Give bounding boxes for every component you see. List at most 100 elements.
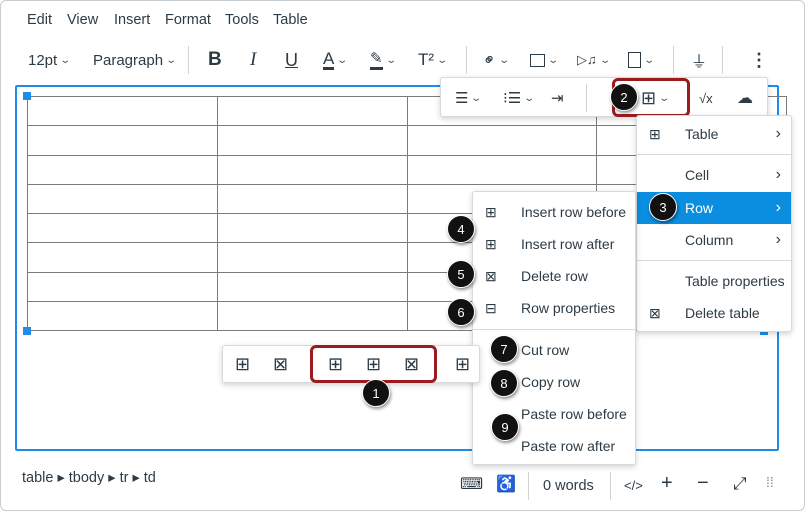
- font-size-select[interactable]: 12pt ⌄: [28, 48, 71, 72]
- menu-item-insert-row-before[interactable]: ⊞ Insert row before: [473, 196, 635, 228]
- divider: [722, 46, 723, 74]
- resize-grip[interactable]: ⁞⁞: [766, 474, 774, 490]
- cloud-icon: ☁: [737, 90, 753, 107]
- menu-item-insert-row-after[interactable]: ⊞ Insert row after: [473, 228, 635, 260]
- menu-item-delete-table[interactable]: ⊠ Delete table: [637, 297, 791, 329]
- divider: [466, 46, 467, 74]
- delete-table-icon: ⊠: [273, 354, 289, 374]
- zoom-in-button[interactable]: +: [661, 472, 673, 495]
- more-vertical-icon: ⋮: [750, 49, 768, 70]
- indent-icon: ⇥: [551, 90, 564, 107]
- table-icon: ⊞: [235, 354, 251, 374]
- indent-button[interactable]: ⇥: [551, 86, 564, 110]
- divider: [637, 260, 791, 261]
- bullet-list-icon: ⁝☰: [503, 90, 522, 107]
- highlighter-icon: ✎: [370, 50, 383, 70]
- grip-icon: ⁞⁞: [766, 474, 774, 490]
- document-icon: [628, 52, 641, 68]
- chevron-down-icon: ⌄: [470, 92, 483, 104]
- image-button[interactable]: ⌄: [530, 48, 559, 72]
- align-button[interactable]: ☰ ⌄: [455, 86, 483, 110]
- chevron-right-icon: ›: [775, 199, 781, 216]
- insert-column-button[interactable]: ⊞: [455, 354, 470, 375]
- divider: [673, 46, 674, 74]
- insert-row-before-icon: ⊞: [485, 204, 497, 220]
- menu-item-cell[interactable]: Cell ›: [637, 159, 791, 191]
- plus-icon: +: [661, 472, 673, 494]
- chevron-down-icon: ⌄: [523, 92, 536, 104]
- embed-button[interactable]: ☁: [737, 86, 753, 110]
- block-format-value: Paragraph: [93, 51, 164, 69]
- document-button[interactable]: ⌄: [628, 48, 656, 72]
- chevron-down-icon: ⌄: [599, 54, 611, 66]
- link-button[interactable]: ⚭ ⌄: [479, 48, 510, 72]
- menu-tools[interactable]: Tools: [225, 12, 259, 28]
- callout-badge: 4: [447, 215, 475, 243]
- chevron-down-icon: ⌄: [165, 54, 178, 66]
- block-format-select[interactable]: Paragraph ⌄: [93, 48, 178, 72]
- menu-edit[interactable]: Edit: [27, 12, 52, 28]
- superscript-icon: T²: [418, 50, 435, 69]
- divider: [528, 472, 529, 500]
- menu-view[interactable]: View: [67, 12, 98, 28]
- word-count[interactable]: 0 words: [543, 478, 594, 494]
- fullscreen-button[interactable]: ⤢: [733, 474, 747, 494]
- zoom-out-button[interactable]: −: [697, 472, 709, 495]
- callout-badge: 3: [649, 193, 677, 221]
- menu-item-table-properties[interactable]: Table properties: [637, 265, 791, 297]
- resize-handle[interactable]: [23, 92, 31, 100]
- menu-item-column[interactable]: Column ›: [637, 224, 791, 256]
- html-editor-toggle[interactable]: </>: [624, 478, 643, 493]
- underline-button[interactable]: U: [285, 48, 298, 72]
- media-icon: ▷♫: [577, 52, 597, 67]
- italic-button[interactable]: I: [250, 48, 256, 72]
- menu-table[interactable]: Table: [273, 12, 308, 28]
- callout-badge: 5: [447, 260, 475, 288]
- text-color-button[interactable]: A ⌄: [323, 48, 349, 72]
- apps-button[interactable]: ⏚: [691, 48, 707, 72]
- more-button[interactable]: ⋮: [750, 48, 768, 72]
- bold-button[interactable]: B: [208, 48, 222, 72]
- table-menu: ⊞ Table › Cell › Row › Column › Table propert…: [636, 115, 792, 332]
- menu-item-row-properties[interactable]: ⊟ Row properties: [473, 292, 635, 324]
- table-properties-button[interactable]: ⊞: [235, 354, 250, 375]
- resize-handle[interactable]: [23, 327, 31, 335]
- delete-table-button[interactable]: ⊠: [273, 354, 288, 375]
- menu-item-label: Delete table: [685, 305, 760, 321]
- menu-item-label: Column: [685, 232, 734, 248]
- callout-badge: 8: [490, 369, 518, 397]
- accessibility-icon: ♿: [496, 476, 516, 493]
- equation-button[interactable]: √x: [699, 86, 713, 110]
- menu-insert[interactable]: Insert: [114, 12, 150, 28]
- row-properties-icon: ⊟: [485, 300, 497, 316]
- menu-item-label: Delete row: [521, 268, 588, 284]
- callout-badge: 1: [362, 379, 390, 407]
- divider: [586, 84, 587, 112]
- menu-format[interactable]: Format: [165, 12, 211, 28]
- menu-item-table[interactable]: ⊞ Table ›: [637, 118, 791, 150]
- menu-item-label: Paste row before: [521, 406, 627, 422]
- element-path[interactable]: table ▸ tbody ▸ tr ▸ td: [22, 470, 156, 486]
- chevron-down-icon: ⌄: [643, 54, 656, 66]
- callout-badge: 6: [447, 298, 475, 326]
- insert-row-after-icon: ⊞: [485, 236, 497, 252]
- menu-item-label: Paste row after: [521, 438, 616, 454]
- plug-icon: ⏚: [691, 54, 708, 71]
- chevron-right-icon: ›: [775, 166, 781, 183]
- list-button[interactable]: ⁝☰ ⌄: [503, 86, 536, 110]
- media-button[interactable]: ▷♫ ⌄: [577, 48, 611, 72]
- superscript-button[interactable]: T² ⌄: [418, 48, 448, 72]
- menu-item-delete-row[interactable]: ⊠ Delete row: [473, 260, 635, 292]
- font-size-value: 12pt: [28, 51, 58, 69]
- keyboard-shortcuts-button[interactable]: ⌨: [460, 474, 483, 494]
- menu-item-label: Copy row: [521, 374, 581, 390]
- chevron-down-icon: ⌄: [336, 54, 349, 66]
- divider: [637, 154, 791, 155]
- text-color-icon: A: [323, 49, 335, 70]
- highlight-color-button[interactable]: ✎ ⌄: [370, 48, 397, 72]
- divider: [188, 46, 189, 74]
- menu-item-label: Table properties: [685, 273, 785, 289]
- chevron-right-icon: ›: [775, 231, 781, 248]
- divider: [610, 472, 611, 500]
- accessibility-checker-button[interactable]: ♿: [496, 474, 516, 494]
